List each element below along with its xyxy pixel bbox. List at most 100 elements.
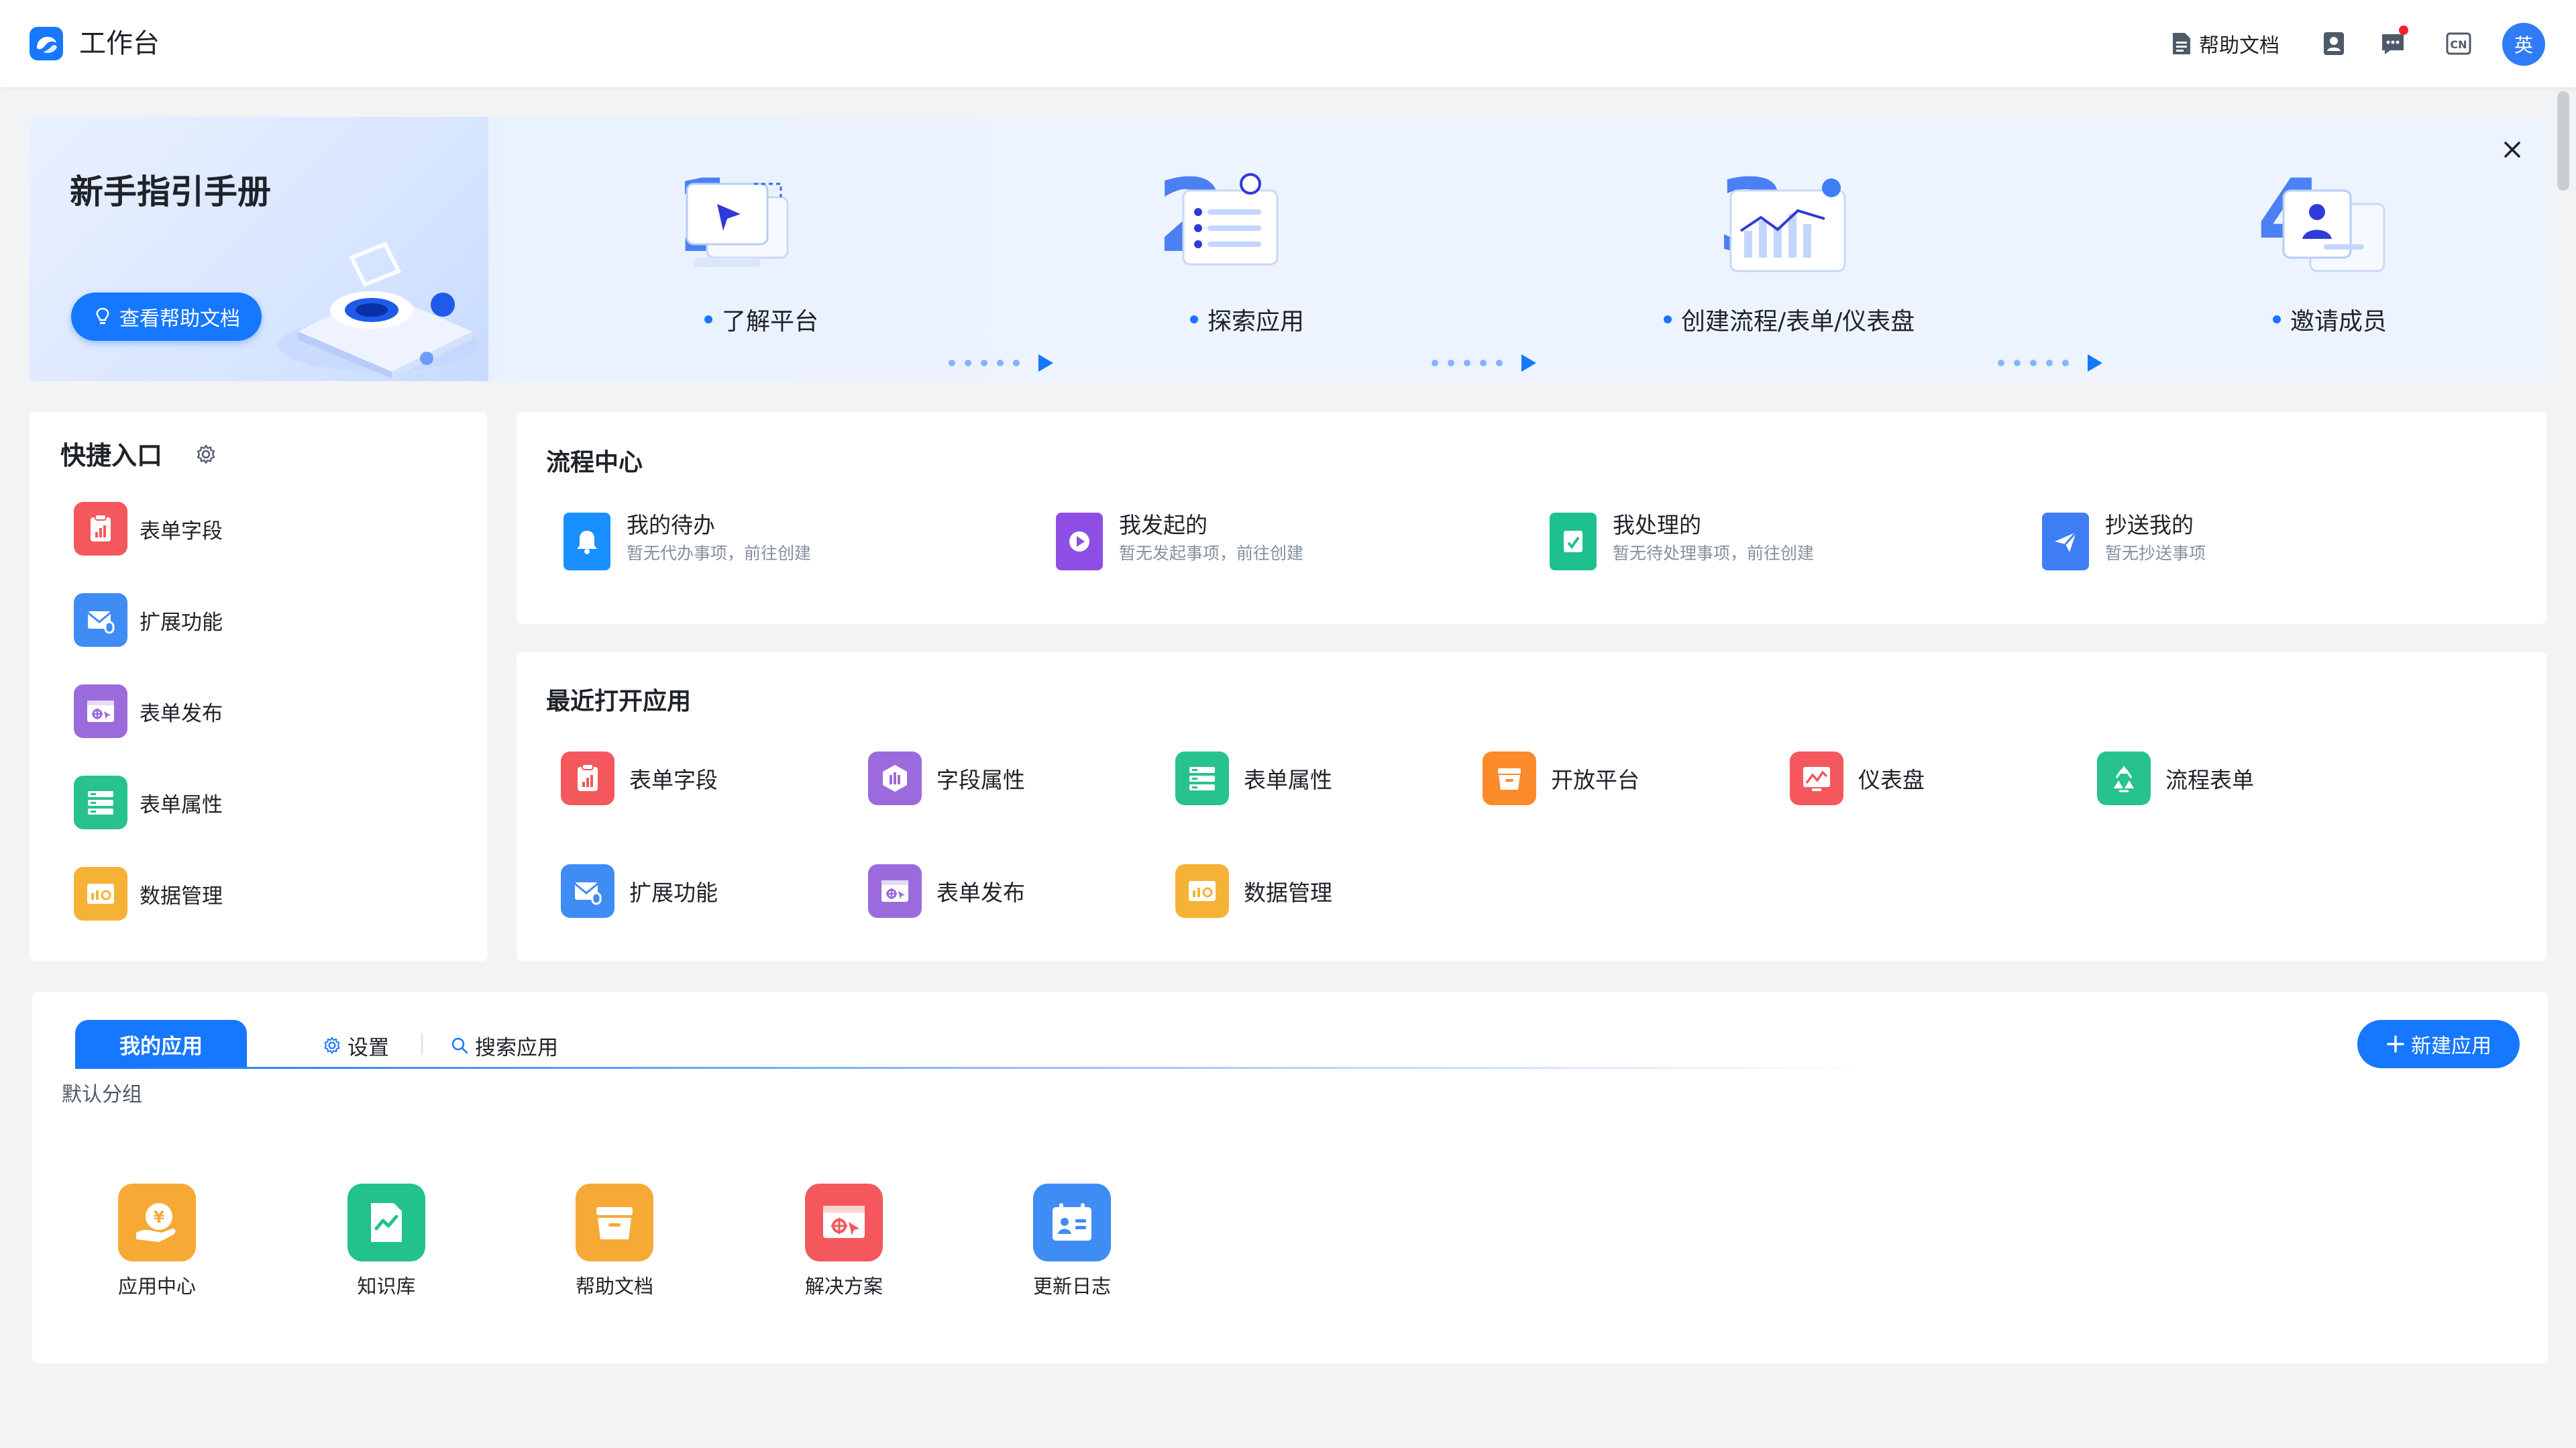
recent-app-form-field[interactable]: 表单字段 (561, 746, 718, 811)
step-connector-1 (949, 353, 1053, 373)
messages-icon[interactable] (2377, 25, 2408, 59)
tab-divider (421, 1033, 423, 1055)
quick-item-form-field[interactable]: 表单字段 (74, 501, 223, 557)
help-docs-label: 帮助文档 (2199, 34, 2279, 58)
recent-app-label: 扩展功能 (629, 880, 718, 906)
guide-illustration-icon (278, 242, 479, 378)
process-item-processed[interactable]: 我处理的暂无待处理事项，前往创建 (1550, 510, 1814, 577)
play-icon (1056, 513, 1103, 570)
recent-app-dashboard[interactable]: 仪表盘 (1790, 746, 1925, 811)
guide-step-4[interactable]: 4 邀请成员 (2243, 117, 2404, 335)
recent-app-label: 开放平台 (1551, 767, 1640, 793)
flow-form-icon (2097, 752, 2151, 805)
tab-my-apps[interactable]: 我的应用 (75, 1020, 247, 1068)
recent-app-extension[interactable]: 扩展功能 (561, 859, 718, 923)
form-field-icon (561, 752, 614, 805)
search-apps-label: 搜索应用 (475, 1035, 558, 1060)
scrollbar-thumb[interactable] (2557, 91, 2569, 191)
process-item-name: 我的待办 (627, 512, 715, 538)
understand-platform-icon: 1 (674, 158, 789, 275)
quick-item-data-manage[interactable]: 数据管理 (74, 866, 223, 922)
processed-icon (1550, 513, 1597, 570)
open-platform-icon (1483, 752, 1536, 805)
quick-item-label: 表单属性 (140, 792, 223, 817)
recent-app-form-publish[interactable]: 表单发布 (868, 859, 1025, 923)
language-badge: CN (2450, 38, 2467, 51)
app-center-icon: ¥ (118, 1184, 196, 1261)
app-tile-knowledge-base[interactable]: 知识库 (326, 1184, 447, 1299)
new-app-button[interactable]: 新建应用 (2357, 1020, 2520, 1068)
extension-icon (561, 864, 614, 918)
recent-app-flow-form[interactable]: 流程表单 (2097, 746, 2254, 811)
quick-item-label: 表单发布 (140, 701, 223, 726)
guide-close-button[interactable] (2497, 134, 2528, 165)
search-icon (451, 1037, 468, 1054)
recent-app-label: 表单属性 (1244, 767, 1332, 793)
view-help-docs-button[interactable]: 查看帮助文档 (71, 293, 262, 341)
process-item-desc: 暂无代办事项，前往创建 (627, 544, 812, 563)
data-manage-icon (74, 867, 127, 921)
explore-apps-icon: 2 (1157, 158, 1279, 275)
changelog-icon (1033, 1184, 1111, 1261)
page-title: 工作台 (79, 28, 160, 59)
form-property-icon (74, 776, 127, 829)
view-help-docs-label: 查看帮助文档 (119, 307, 240, 331)
data-manage-icon (1175, 864, 1229, 918)
step-connector-3 (1998, 353, 2102, 373)
guide-step-2[interactable]: 2 探索应用 (1136, 117, 1304, 335)
quick-entry-title: 快捷入口 (60, 441, 163, 470)
process-item-name: 我处理的 (1613, 512, 1701, 538)
guide-step-2-label: 探索应用 (1190, 306, 1304, 335)
app-tile-label: 应用中心 (117, 1275, 196, 1298)
quick-item-form-publish[interactable]: 表单发布 (74, 683, 223, 739)
svg-text:¥: ¥ (154, 1208, 165, 1227)
process-item-desc: 暂无待处理事项，前往创建 (1613, 544, 1815, 563)
form-property-icon (1175, 752, 1229, 805)
quick-item-extension[interactable]: 扩展功能 (74, 592, 223, 648)
gear-icon (324, 1037, 340, 1054)
quick-item-form-property[interactable]: 表单属性 (74, 774, 223, 831)
apps-settings-link[interactable]: 设置 (322, 1031, 389, 1060)
app-tile-solution[interactable]: 解决方案 (784, 1184, 904, 1299)
app-tile-label: 帮助文档 (575, 1275, 653, 1298)
recent-app-label: 流程表单 (2165, 767, 2254, 793)
user-avatar[interactable]: 英 (2502, 23, 2545, 66)
guide-step-3[interactable]: 3 创建流程/表单/仪表盘 (1664, 117, 1915, 335)
process-item-desc: 暂无发起事项，前往创建 (1119, 544, 1304, 563)
solution-icon (805, 1184, 883, 1261)
notification-dot (2399, 25, 2408, 35)
app-tile-changelog[interactable]: 更新日志 (1012, 1184, 1132, 1299)
gear-icon[interactable] (195, 443, 217, 466)
guide-step-3-label: 创建流程/表单/仪表盘 (1664, 306, 1915, 335)
app-tile-label: 知识库 (357, 1275, 416, 1298)
plus-icon (2387, 1035, 2404, 1053)
process-item-cc[interactable]: 抄送我的暂无抄送事项 (2042, 510, 2206, 577)
form-publish-icon (868, 864, 922, 918)
help-docs-link[interactable]: 帮助文档 (2171, 28, 2279, 59)
contacts-icon[interactable] (2318, 28, 2349, 59)
field-property-icon (868, 752, 922, 805)
app-tile-help-docs[interactable]: 帮助文档 (554, 1184, 675, 1299)
recent-apps-title: 最近打开应用 (546, 688, 692, 715)
app-tile-label: 更新日志 (1032, 1275, 1111, 1298)
group-label: 默认分组 (62, 1083, 142, 1106)
recent-app-form-property[interactable]: 表单属性 (1175, 746, 1332, 811)
process-item-name: 抄送我的 (2105, 512, 2194, 538)
recent-app-label: 仪表盘 (1858, 767, 1925, 793)
process-item-name: 我发起的 (1119, 512, 1208, 538)
process-item-desc: 暂无抄送事项 (2105, 544, 2206, 563)
process-item-initiated[interactable]: 我发起的暂无发起事项，前往创建 (1056, 510, 1303, 577)
process-item-todo[interactable]: 我的待办暂无代办事项，前往创建 (564, 510, 811, 577)
guide-step-1[interactable]: 1 了解平台 (653, 117, 818, 335)
search-apps-link[interactable]: 搜索应用 (449, 1031, 558, 1060)
recent-app-label: 表单发布 (936, 880, 1025, 906)
help-docs-icon (576, 1184, 653, 1261)
app-logo-icon[interactable] (30, 27, 63, 60)
language-switch[interactable]: CN (2443, 28, 2474, 59)
recent-app-open-platform[interactable]: 开放平台 (1483, 746, 1640, 811)
dashboard-icon (1790, 752, 1843, 805)
recent-app-field-property[interactable]: 字段属性 (868, 746, 1025, 811)
recent-app-data-manage[interactable]: 数据管理 (1175, 859, 1332, 923)
process-center-title: 流程中心 (546, 449, 643, 476)
app-tile-app-center[interactable]: ¥ 应用中心 (97, 1184, 217, 1299)
